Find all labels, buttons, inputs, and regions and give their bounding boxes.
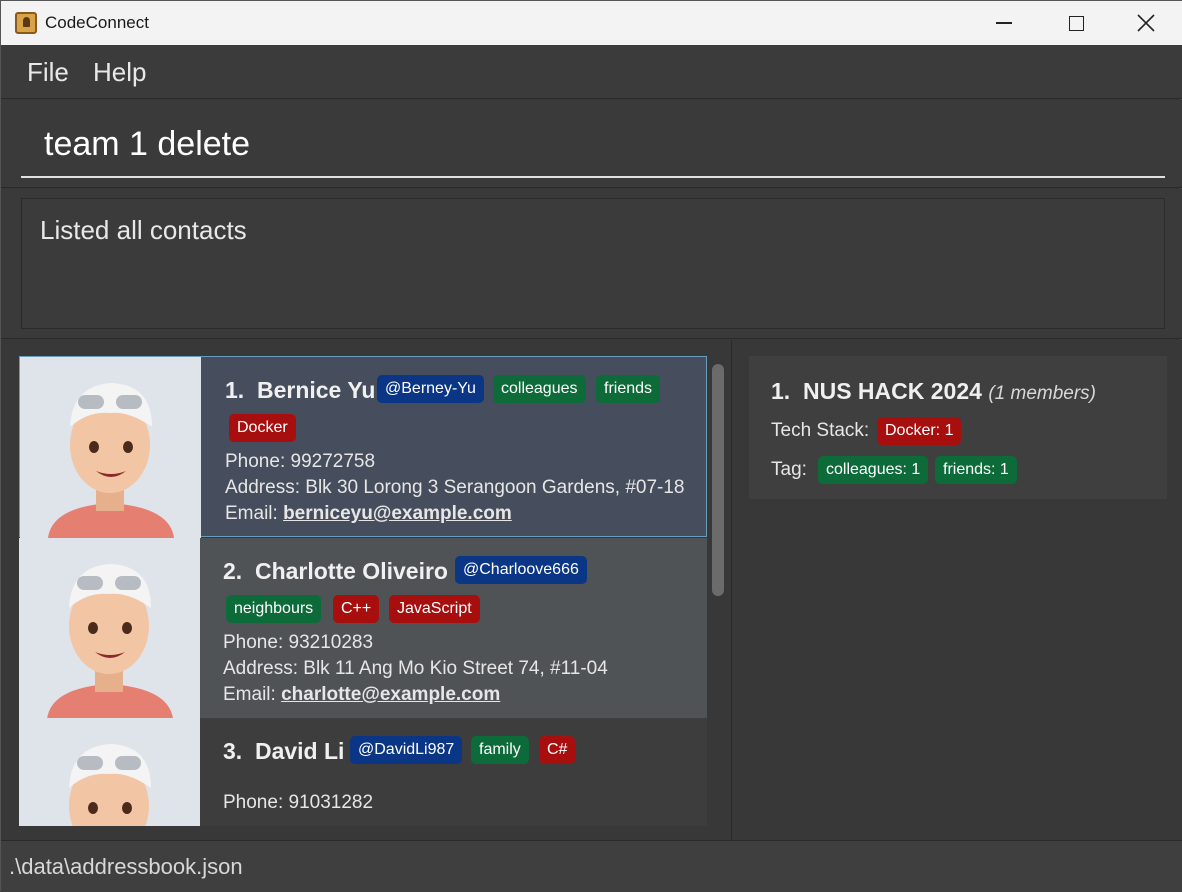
save-location-path: .\data\addressbook.json <box>9 854 243 879</box>
person-name: 2. Charlotte Oliveiro <box>223 558 448 584</box>
team-list-panel: 1. NUS HACK 2024 (1 members) Tech Stack:… <box>733 340 1182 840</box>
team-tech-badge: Docker: 1 <box>877 417 962 445</box>
team-tag-badge: colleagues: 1 <box>818 456 929 484</box>
github-handle-badge: @Charloove666 <box>455 556 587 584</box>
tag-badge: colleagues <box>493 375 586 403</box>
tech-stack-badge: JavaScript <box>389 595 480 623</box>
minimize-button[interactable] <box>969 1 1039 45</box>
maximize-button[interactable] <box>1041 1 1111 45</box>
person-name: 1. Bernice Yu <box>225 377 376 403</box>
close-button[interactable] <box>1111 1 1181 45</box>
tag-badge: family <box>471 736 529 764</box>
person-name: 3. David Li <box>223 738 345 764</box>
tag-badge: neighbours <box>226 595 322 623</box>
close-icon <box>1137 14 1155 32</box>
person-list[interactable]: 1. Bernice Yu @Berney-Yu colleagues frie… <box>19 356 707 826</box>
app-icon <box>15 12 37 34</box>
app-window: CodeConnect File Help Listed all contact… <box>0 0 1182 892</box>
tech-stack-badge: C# <box>539 736 576 764</box>
email-link[interactable]: berniceyu@example.com <box>283 503 512 524</box>
address-line: Address: Blk 11 Ang Mo Kio Street 74, #1… <box>223 658 608 679</box>
person-card[interactable]: 2. Charlotte Oliveiro @Charloove666 neig… <box>19 538 707 719</box>
team-card[interactable]: 1. NUS HACK 2024 (1 members) Tech Stack:… <box>749 356 1167 499</box>
github-handle-badge: @Berney-Yu <box>377 375 484 403</box>
title-bar: CodeConnect <box>1 1 1182 45</box>
result-display: Listed all contacts <box>21 198 1165 329</box>
phone-line: Phone: 99272758 <box>225 451 376 472</box>
avatar <box>20 357 201 538</box>
command-box <box>1 100 1182 188</box>
phone-line: Phone: 91031282 <box>223 792 374 813</box>
team-tag-badge: friends: 1 <box>935 456 1017 484</box>
avatar <box>19 538 200 719</box>
tag-badge: friends <box>596 375 661 403</box>
result-display-area: Listed all contacts <box>1 189 1182 339</box>
person-list-panel: 1. Bernice Yu @Berney-Yu colleagues frie… <box>1 340 732 840</box>
result-text: Listed all contacts <box>40 215 247 245</box>
email-link[interactable]: charlotte@example.com <box>281 684 500 705</box>
tag-label: Tag: <box>771 459 807 480</box>
person-card[interactable]: 1. Bernice Yu @Berney-Yu colleagues frie… <box>19 356 707 538</box>
avatar <box>19 718 200 826</box>
maximize-icon <box>1068 15 1084 31</box>
tech-stack-badge: C++ <box>333 595 380 623</box>
team-member-count: (1 members) <box>988 383 1096 404</box>
address-line: Address: Blk 30 Lorong 3 Serangoon Garde… <box>225 477 685 498</box>
menu-help[interactable]: Help <box>93 57 146 88</box>
scrollbar-thumb[interactable] <box>712 364 724 596</box>
menu-file[interactable]: File <box>27 57 69 88</box>
menu-bar: File Help <box>1 45 1182 99</box>
window-title: CodeConnect <box>45 13 149 32</box>
person-card[interactable]: 3. David Li @DavidLi987 family C# Phone:… <box>19 718 707 826</box>
team-title: 1. NUS HACK 2024 (1 members) <box>771 378 1096 404</box>
email-line: Email: berniceyu@example.com <box>225 503 512 524</box>
email-line: Email: charlotte@example.com <box>223 684 501 705</box>
person-list-scrollbar[interactable] <box>710 360 726 826</box>
tech-stack-badge: Docker <box>229 414 296 442</box>
phone-line: Phone: 93210283 <box>223 632 374 653</box>
status-bar: .\data\addressbook.json <box>1 840 1182 892</box>
tech-stack-label: Tech Stack: <box>771 420 870 441</box>
github-handle-badge: @DavidLi987 <box>350 736 463 764</box>
command-input[interactable] <box>21 112 1165 178</box>
minimize-icon <box>996 22 1012 24</box>
